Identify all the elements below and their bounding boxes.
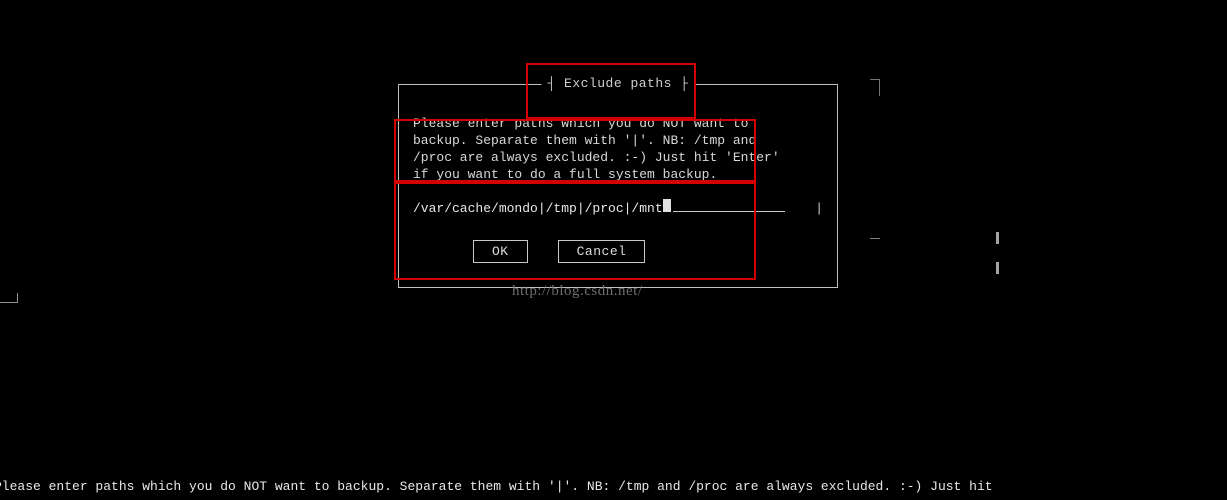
exclude-paths-dialog: ┤ Exclude paths ├ Please enter paths whi…	[398, 84, 838, 288]
dialog-message: Please enter paths which you do NOT want…	[413, 115, 823, 183]
dialog-title: ┤ Exclude paths ├	[541, 76, 694, 91]
cancel-button[interactable]: Cancel	[558, 240, 646, 263]
exclude-paths-input[interactable]: /var/cache/mondo|/tmp|/proc|/mnt |	[413, 199, 823, 216]
outer-frame-fragment	[0, 293, 18, 303]
outer-frame-fragment	[996, 262, 999, 274]
outer-frame-fragment	[870, 79, 880, 96]
status-bar-message: Please enter paths which you do NOT want…	[0, 479, 1227, 494]
input-underline	[673, 200, 786, 212]
dialog-button-row: OK Cancel	[473, 240, 823, 263]
watermark-text: http://blog.csdn.net/	[512, 283, 643, 300]
outer-frame-fragment	[996, 232, 999, 244]
outer-frame-fragment	[870, 238, 880, 239]
input-scroll-indicator: |	[815, 201, 823, 216]
input-value-text: /var/cache/mondo|/tmp|/proc|/mnt	[413, 201, 663, 216]
ok-button[interactable]: OK	[473, 240, 528, 263]
text-cursor	[663, 199, 671, 212]
